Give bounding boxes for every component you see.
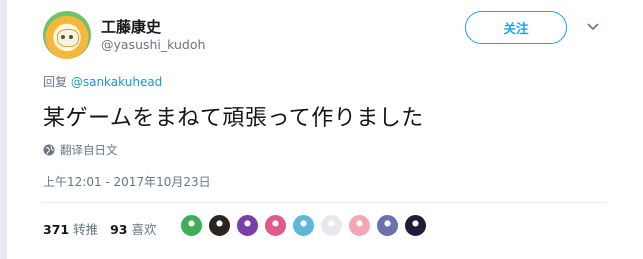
liker-avatar-9[interactable] xyxy=(404,214,427,237)
liker-avatar-7[interactable] xyxy=(348,214,371,237)
tweet-stats: 371 转推 93 喜欢 xyxy=(43,219,169,238)
liker-avatar-6[interactable] xyxy=(320,214,343,237)
globe-icon xyxy=(43,144,55,156)
like-stat[interactable]: 93 喜欢 xyxy=(110,219,156,238)
reply-mention-link[interactable]: @sankakuhead xyxy=(71,75,162,89)
liker-avatar-2[interactable] xyxy=(208,214,231,237)
divider xyxy=(43,202,605,203)
liker-avatars xyxy=(180,214,427,237)
liker-avatar-1[interactable] xyxy=(180,214,203,237)
liker-avatar-4[interactable] xyxy=(264,214,287,237)
liker-avatar-3[interactable] xyxy=(236,214,259,237)
avatar-eye xyxy=(69,35,73,39)
reply-prefix: 回复 xyxy=(43,75,68,89)
like-count: 93 xyxy=(110,222,128,237)
retweet-label: 转推 xyxy=(73,222,99,237)
translate-label[interactable]: 翻译自日文 xyxy=(60,142,118,158)
translate-tweet[interactable]: 翻译自日文 xyxy=(43,142,118,158)
follow-button[interactable]: 关注 xyxy=(465,11,567,44)
retweet-stat[interactable]: 371 转推 xyxy=(43,219,98,238)
display-name[interactable]: 工藤康史 xyxy=(101,16,161,37)
like-label: 喜欢 xyxy=(131,222,157,237)
chevron-down-icon[interactable] xyxy=(587,23,599,31)
tweet-text: 某ゲームをまねて頑張って作りました xyxy=(43,106,424,131)
retweet-count: 371 xyxy=(43,222,70,237)
liker-avatar-8[interactable] xyxy=(376,214,399,237)
user-avatar[interactable] xyxy=(43,11,91,59)
user-handle[interactable]: @yasushi_kudoh xyxy=(101,37,205,52)
liker-avatar-5[interactable] xyxy=(292,214,315,237)
avatar-eye xyxy=(61,35,65,39)
page-background-edge xyxy=(0,0,7,259)
reply-context: 回复 @sankakuhead xyxy=(43,73,162,90)
tweet-timestamp[interactable]: 上午12:01 - 2017年10月23日 xyxy=(43,173,211,190)
